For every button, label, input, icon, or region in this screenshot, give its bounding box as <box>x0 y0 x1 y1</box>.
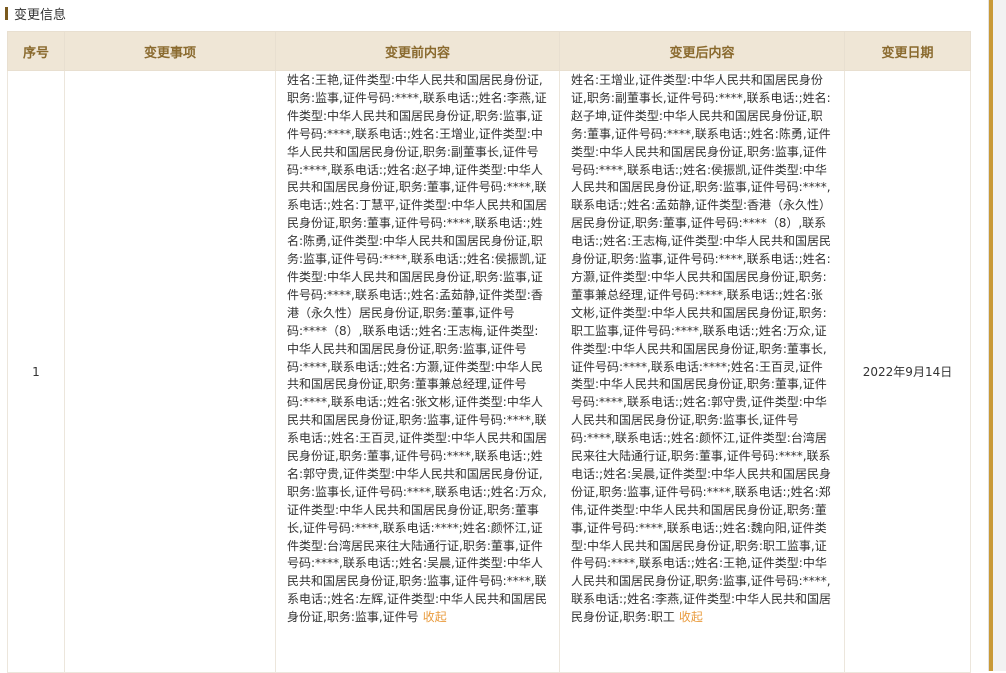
collapse-before-link[interactable]: 收起 <box>423 610 447 624</box>
page-scrollbar[interactable] <box>988 0 1006 671</box>
col-header-date: 变更日期 <box>844 31 971 71</box>
section-title: 变更信息 <box>14 7 67 23</box>
row-index: 1 <box>7 70 65 673</box>
col-header-index: 序号 <box>7 31 65 71</box>
row-before-content: 姓名:王艳,证件类型:中华人民共和国居民身份证,职务:监事,证件号码:****,… <box>275 70 560 673</box>
table-row: 1 姓名:王艳,证件类型:中华人民共和国居民身份证,职务:监事,证件号码:***… <box>7 70 971 673</box>
col-header-after: 变更后内容 <box>559 31 845 71</box>
after-text: 姓名:王增业,证件类型:中华人民共和国居民身份证,职务:副董事长,证件号码:**… <box>571 73 831 625</box>
row-after-content: 姓名:王增业,证件类型:中华人民共和国居民身份证,职务:副董事长,证件号码:**… <box>559 70 845 673</box>
col-header-item: 变更事项 <box>64 31 276 71</box>
row-date: 2022年9月14日 <box>844 70 971 673</box>
accent-bar <box>989 0 993 671</box>
table-header-row: 序号 变更事项 变更前内容 变更后内容 变更日期 <box>7 31 971 71</box>
change-info-table: 序号 变更事项 变更前内容 变更后内容 变更日期 1 姓名:王艳,证件类型:中华… <box>7 31 971 673</box>
collapse-after-link[interactable]: 收起 <box>679 610 703 624</box>
col-header-before: 变更前内容 <box>275 31 560 71</box>
before-text: 姓名:王艳,证件类型:中华人民共和国居民身份证,职务:监事,证件号码:****,… <box>287 73 547 625</box>
section-header: 变更信息 <box>5 4 67 23</box>
section-marker <box>5 6 8 20</box>
row-item <box>64 70 276 673</box>
